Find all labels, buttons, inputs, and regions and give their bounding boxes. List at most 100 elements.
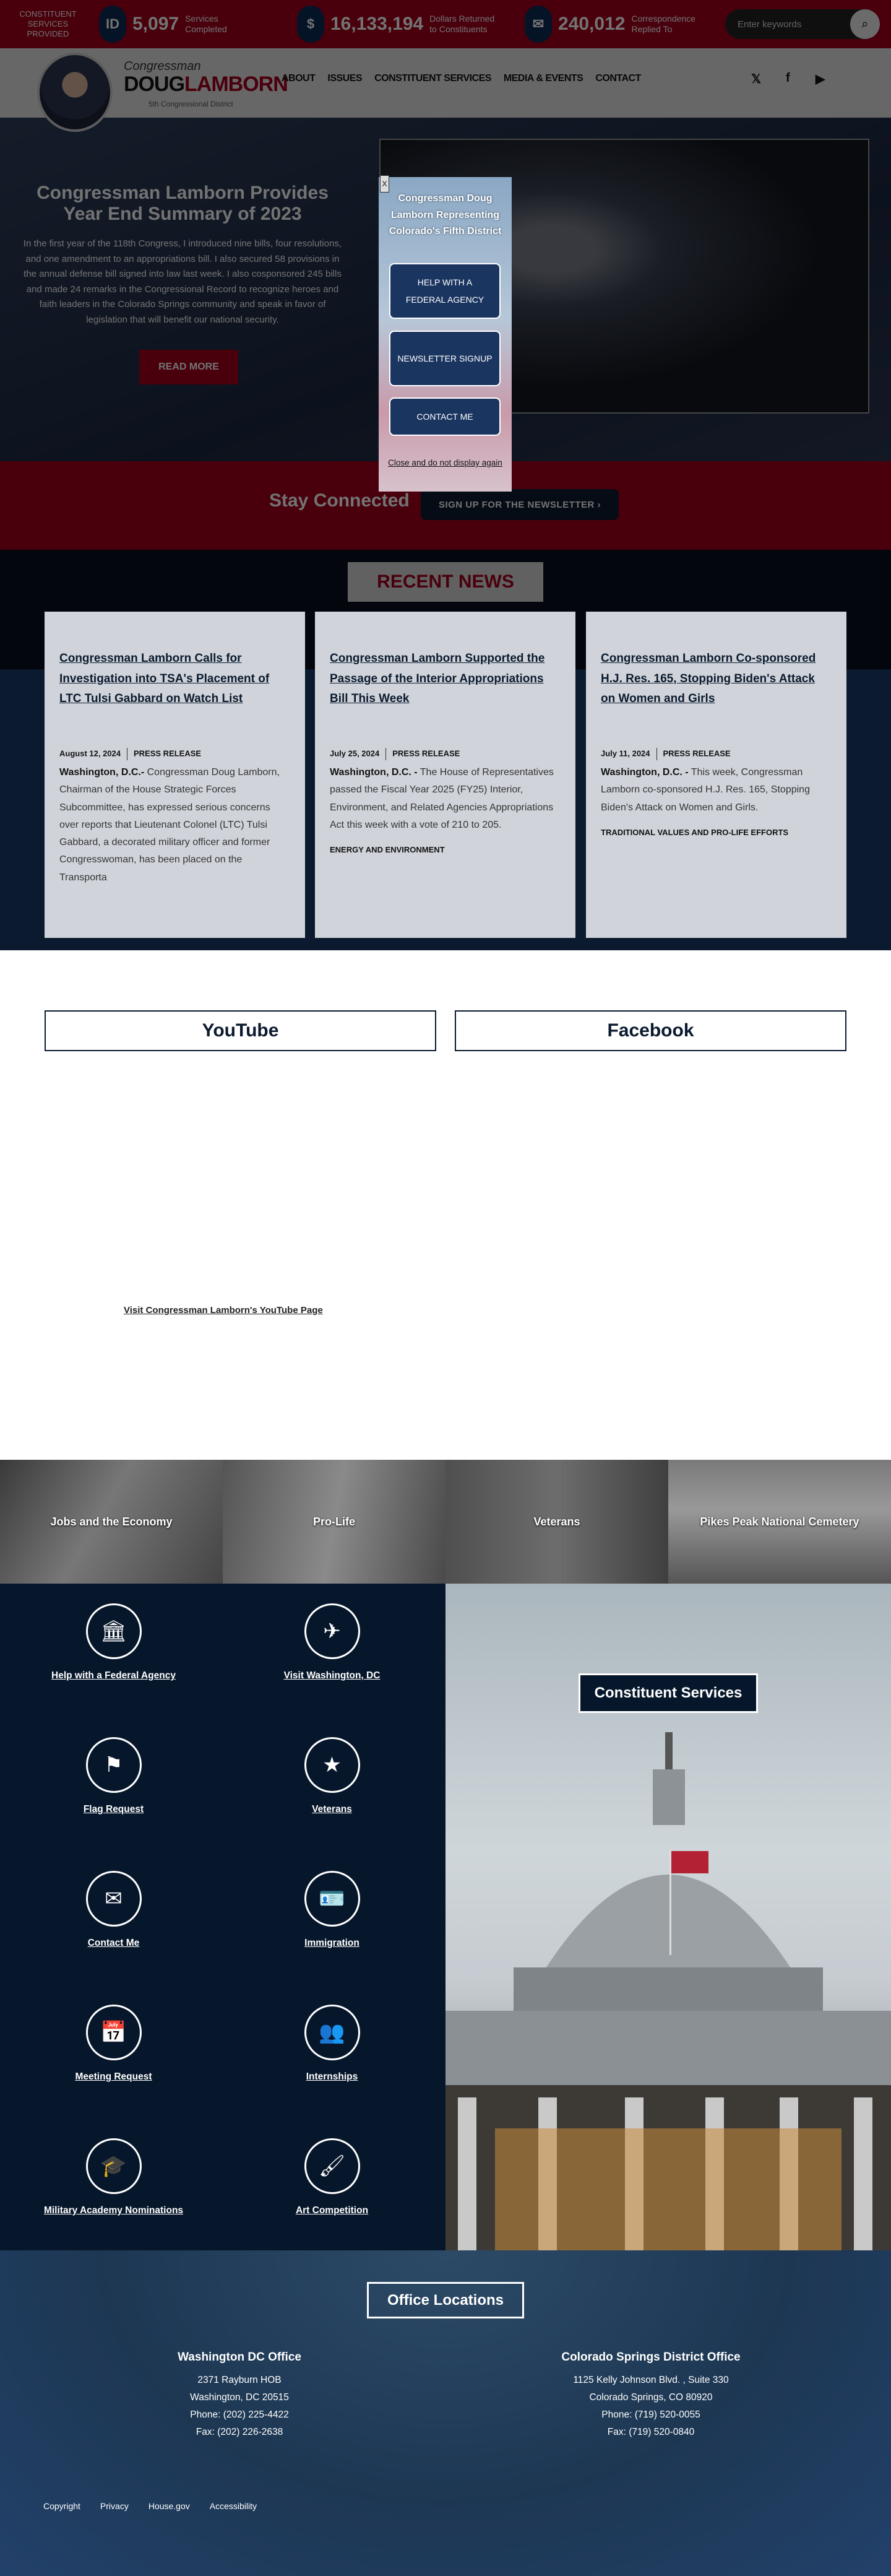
- nav-constituent-services[interactable]: CONSTITUENT SERVICES: [374, 73, 491, 84]
- building-columns-icon[interactable]: 🏛: [85, 1603, 142, 1659]
- footer-link-privacy[interactable]: Privacy: [100, 2501, 129, 2511]
- office-phone: Phone: (202) 225-4422: [190, 2409, 289, 2420]
- popup-title: Congressman Doug Lamborn Representing Co…: [389, 193, 502, 236]
- service-item: 👥 Internships: [223, 2005, 441, 2083]
- news-body: Washington, D.C. - This week, Congressma…: [601, 764, 832, 817]
- service-link[interactable]: Veterans: [223, 1804, 441, 1815]
- footer-links: Copyright Privacy House.gov Accessibilit…: [43, 2501, 257, 2511]
- facebook-heading: Facebook: [455, 1010, 846, 1051]
- hero-text: In the first year of the 118th Congress,…: [23, 238, 342, 325]
- news-type: PRESS RELEASE: [663, 748, 731, 758]
- search-input[interactable]: [725, 19, 837, 30]
- service-link[interactable]: Meeting Request: [4, 2071, 223, 2083]
- news-body: Washington, D.C.- Congressman Doug Lambo…: [59, 764, 290, 887]
- paintbrush-icon[interactable]: 🖌: [304, 2138, 360, 2194]
- service-link[interactable]: Internships: [223, 2071, 441, 2083]
- main-nav: ABOUT ISSUES CONSTITUENT SERVICES MEDIA …: [282, 73, 641, 84]
- plane-icon[interactable]: ✈: [304, 1603, 360, 1659]
- office-address: 1125 Kelly Johnson Blvd. , Suite 330: [573, 2375, 729, 2385]
- newsletter-signup-button[interactable]: SIGN UP FOR THE NEWSLETTER ›: [421, 489, 619, 520]
- office-phone: Phone: (719) 520-0055: [601, 2409, 700, 2420]
- envelope-icon: ✉: [525, 6, 552, 43]
- users-icon[interactable]: 👥: [304, 2005, 360, 2060]
- newsletter-signup-popup-button[interactable]: NEWSLETTER SIGNUP: [389, 331, 501, 386]
- service-link[interactable]: Flag Request: [4, 1804, 223, 1815]
- footer-link-accessibility[interactable]: Accessibility: [210, 2501, 257, 2511]
- tile-veterans[interactable]: Veterans: [446, 1460, 668, 1584]
- service-link[interactable]: Visit Washington, DC: [223, 1670, 441, 1681]
- service-link[interactable]: Immigration: [223, 1938, 441, 1949]
- news-body: Washington, D.C. - The House of Represen…: [330, 764, 561, 834]
- tile-jobs-economy[interactable]: Jobs and the Economy: [0, 1460, 223, 1584]
- news-dateline: Washington, D.C.-: [59, 767, 145, 778]
- nav-media-events[interactable]: MEDIA & EVENTS: [504, 73, 583, 84]
- facebook-icon[interactable]: f: [786, 71, 790, 85]
- logo-first: DOUG: [124, 72, 185, 96]
- search-form: ⌕: [725, 9, 880, 39]
- service-item: ⚑ Flag Request: [4, 1737, 223, 1815]
- footer-link-house-gov[interactable]: House.gov: [148, 2501, 190, 2511]
- news-excerpt: Congressman Doug Lamborn, Chairman of th…: [59, 767, 280, 883]
- graduation-cap-icon[interactable]: 🎓: [85, 2138, 142, 2194]
- search-button[interactable]: ⌕: [850, 9, 880, 39]
- office-name: Colorado Springs District Office: [561, 2351, 741, 2364]
- service-item: ★ Veterans: [223, 1737, 441, 1815]
- news-title-link[interactable]: Congressman Lamborn Calls for Investigat…: [59, 649, 290, 740]
- dismiss-popup-link[interactable]: Close and do not display again: [379, 454, 512, 472]
- help-federal-agency-button[interactable]: HELP WITH A FEDERAL AGENCY: [389, 263, 501, 319]
- nav-contact[interactable]: CONTACT: [595, 73, 641, 84]
- service-link[interactable]: Contact Me: [4, 1938, 223, 1949]
- service-item: 🖌 Art Competition: [223, 2138, 441, 2216]
- nav-about[interactable]: ABOUT: [282, 73, 316, 84]
- news-tag[interactable]: TRADITIONAL VALUES AND PRO-LIFE EFFORTS: [601, 825, 832, 840]
- service-link[interactable]: Military Academy Nominations: [4, 2205, 223, 2216]
- news-meta: July 25, 2024 PRESS RELEASE: [330, 748, 561, 760]
- flag-icon[interactable]: ⚑: [85, 1737, 142, 1793]
- tile-label: Pro-Life: [312, 1515, 355, 1528]
- service-item: ✈ Visit Washington, DC: [223, 1603, 441, 1681]
- search-icon: ⌕: [861, 17, 869, 31]
- logo-line1: Congressman: [124, 59, 201, 73]
- stat-value: 16,133,194: [330, 14, 424, 34]
- read-more-button[interactable]: READ MORE: [139, 350, 238, 384]
- news-title-link[interactable]: Congressman Lamborn Co-sponsored H.J. Re…: [601, 649, 832, 740]
- welcome-popup: X Congressman Doug Lamborn Representing …: [379, 175, 512, 492]
- hero-title: Congressman Lamborn Provides Year End Su…: [37, 183, 329, 224]
- stat-label: Dollars Returned to Constituents: [429, 14, 495, 34]
- nav-issues[interactable]: ISSUES: [327, 73, 362, 84]
- congressman-photo: [37, 53, 113, 132]
- tile-pro-life[interactable]: Pro-Life: [223, 1460, 446, 1584]
- youtube-icon[interactable]: ▶: [816, 71, 825, 87]
- news-type: PRESS RELEASE: [392, 748, 460, 758]
- news-title-link[interactable]: Congressman Lamborn Supported the Passag…: [330, 649, 561, 740]
- office-address: 2371 Rayburn HOB: [197, 2375, 282, 2385]
- service-link[interactable]: Help with a Federal Agency: [4, 1670, 223, 1681]
- tile-pikes-peak-cemetery[interactable]: Pikes Peak National Cemetery: [668, 1460, 891, 1584]
- news-card: Congressman Lamborn Supported the Passag…: [315, 612, 575, 938]
- service-item: 🎓 Military Academy Nominations: [4, 2138, 223, 2216]
- star-icon[interactable]: ★: [304, 1737, 360, 1793]
- envelope-icon[interactable]: ✉: [85, 1871, 142, 1927]
- site-logo[interactable]: Congressman DOUGLAMBORN 5th Congressiona…: [124, 59, 288, 108]
- news-dateline: Washington, D.C. -: [330, 767, 418, 778]
- news-tag[interactable]: ENERGY AND ENVIRONMENT: [330, 843, 561, 857]
- constituent-services-heading: Constituent Services: [579, 1673, 758, 1713]
- news-meta: July 11, 2024 PRESS RELEASE: [601, 748, 832, 760]
- logo-name: DOUGLAMBORN: [124, 72, 288, 96]
- youtube-page-link[interactable]: Visit Congressman Lamborn's YouTube Page: [124, 1305, 323, 1316]
- tile-label: Pikes Peak National Cemetery: [700, 1515, 859, 1528]
- stat-dollars: $ 16,133,194 Dollars Returned to Constit…: [297, 6, 497, 43]
- news-dateline: Washington, D.C. -: [601, 767, 689, 778]
- logo-district: 5th Congressional District: [148, 100, 233, 108]
- calendar-icon[interactable]: 📅: [85, 2005, 142, 2060]
- services-provided-label: Constituent Services Provided: [19, 9, 77, 38]
- close-icon[interactable]: X: [380, 175, 389, 193]
- top-stats-bar: Constituent Services Provided ID 5,097 S…: [0, 0, 891, 48]
- office-fax: Fax: (719) 520-0840: [607, 2427, 695, 2437]
- x-icon[interactable]: 𝕏: [751, 71, 761, 87]
- contact-me-button[interactable]: CONTACT ME: [389, 397, 501, 436]
- service-link[interactable]: Art Competition: [223, 2205, 441, 2216]
- id-card-icon[interactable]: 🪪: [304, 1871, 360, 1927]
- service-item: 🏛 Help with a Federal Agency: [4, 1603, 223, 1681]
- footer-link-copyright[interactable]: Copyright: [43, 2501, 80, 2511]
